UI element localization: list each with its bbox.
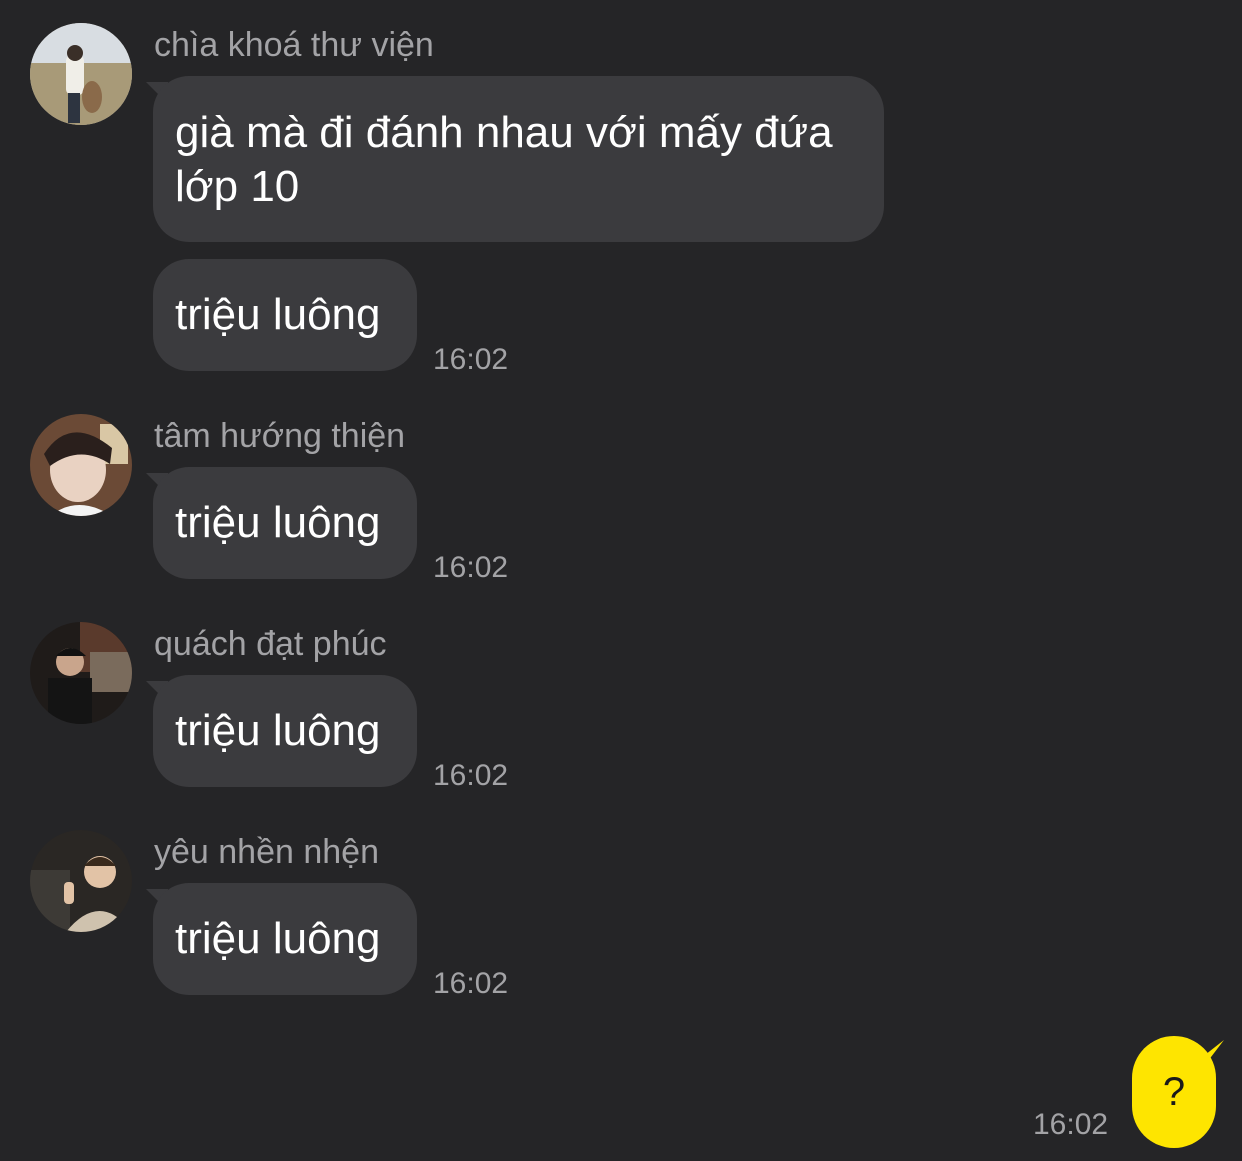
sender-name: quách đạt phúc <box>154 625 387 663</box>
message-text: triệu luông <box>175 914 381 963</box>
avatar-yeu-nhen-nhen[interactable] <box>30 830 132 932</box>
sender-name: tâm hướng thiện <box>154 417 406 455</box>
message-timestamp: 16:02 <box>433 759 509 792</box>
chat-thread: chìa khoá thư viện già mà đi đánh nhau v… <box>0 0 1242 1161</box>
avatar-tam-huong-thien[interactable] <box>30 414 132 516</box>
my-message-text: ? <box>1162 1070 1186 1114</box>
sender-name: yêu nhền nhện <box>154 833 379 871</box>
message-bubble[interactable]: già mà đi đánh nhau với mấy đứa lớp 10 <box>153 76 884 242</box>
message-text: triệu luông <box>175 498 381 547</box>
message-bubble[interactable]: triệu luông <box>153 883 417 995</box>
sender-name: chìa khoá thư viện <box>154 26 434 64</box>
message-timestamp: 16:02 <box>433 967 509 1000</box>
message-text: già mà đi đánh nhau với mấy đứa lớp 10 <box>175 108 833 211</box>
avatar-photo-dark-room <box>30 622 132 724</box>
message-bubble[interactable]: triệu luông <box>153 259 417 371</box>
message-text: triệu luông <box>175 290 381 339</box>
message-text: triệu luông <box>175 706 381 755</box>
message-bubble[interactable]: triệu luông <box>153 675 417 787</box>
avatar-photo-portrait <box>30 414 132 516</box>
avatar-photo-cafe <box>30 830 132 932</box>
message-bubble[interactable]: triệu luông <box>153 467 417 579</box>
avatar-photo-field <box>30 23 132 125</box>
message-timestamp: 16:02 <box>433 551 509 584</box>
my-message-bubble[interactable]: ? <box>1132 1036 1216 1148</box>
my-message-timestamp: 16:02 <box>1033 1108 1109 1141</box>
avatar-quach-dat-phuc[interactable] <box>30 622 132 724</box>
avatar-chia-khoa-thu-vien[interactable] <box>30 23 132 125</box>
message-timestamp: 16:02 <box>433 343 509 376</box>
